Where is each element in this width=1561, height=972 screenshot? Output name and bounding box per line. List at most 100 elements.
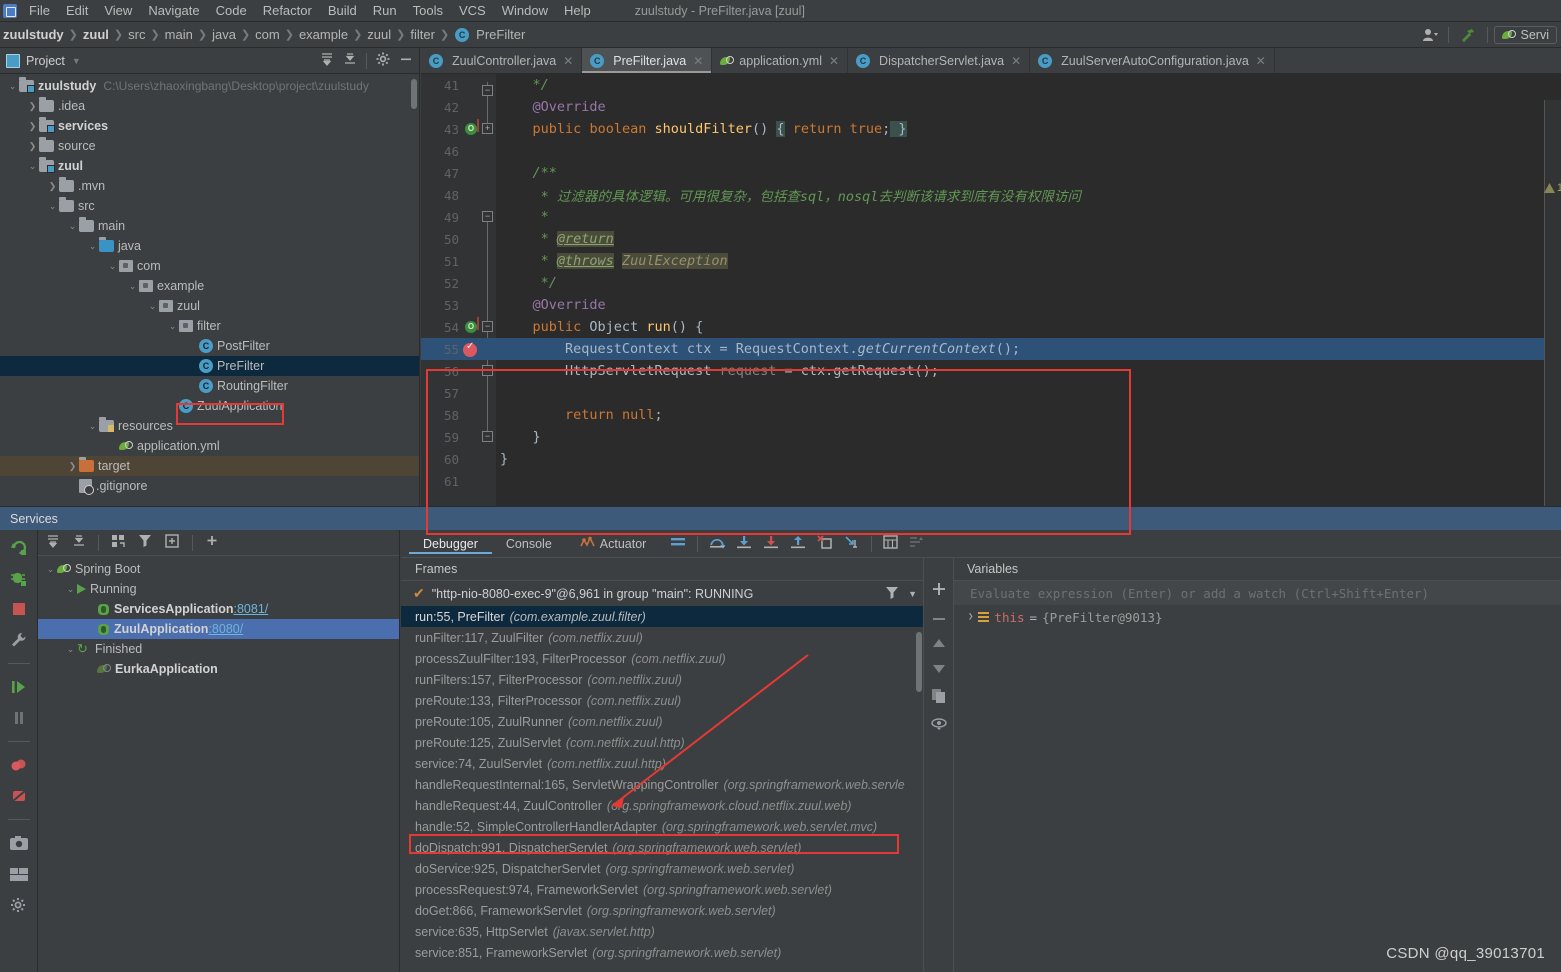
- menu-item-file[interactable]: File: [21, 0, 58, 22]
- chevron-right-icon[interactable]: ·: [84, 664, 97, 674]
- menu-item-help[interactable]: Help: [556, 0, 599, 22]
- frame-row[interactable]: doDispatch:991, DispatcherServlet (org.sp…: [401, 837, 923, 858]
- services-tree-item-zuulapplication[interactable]: · ZuulApplication :8080/: [38, 619, 399, 639]
- services-tree[interactable]: ⌄ Spring Boot ⌄ Running · ServicesApplication…: [38, 556, 399, 679]
- editor-tab-application-yml[interactable]: application.yml ✕: [712, 48, 849, 73]
- breadcrumb-item-zuul-pkg[interactable]: zuul: [364, 27, 394, 42]
- chevron-right-icon[interactable]: ❯: [46, 181, 59, 192]
- menu-item-build[interactable]: Build: [320, 0, 365, 22]
- tab-actuator[interactable]: Actuator: [566, 533, 661, 555]
- breadcrumb-item-main[interactable]: main: [162, 27, 196, 42]
- chevron-down-icon[interactable]: ⌄: [26, 161, 39, 172]
- breadcrumb-item-zuul[interactable]: zuul: [80, 27, 112, 42]
- frame-row[interactable]: preRoute:125, ZuulServlet (com.netflix.zu…: [401, 732, 923, 753]
- chevron-right-icon[interactable]: ·: [186, 341, 199, 351]
- fold-collapse-icon[interactable]: −: [482, 211, 493, 222]
- eye-inspect-icon[interactable]: [930, 718, 947, 733]
- project-tree-item--gitignore[interactable]: · .gitignore: [0, 476, 419, 496]
- chevron-down-icon[interactable]: ⌄: [146, 301, 159, 312]
- chevron-right-icon[interactable]: ·: [66, 481, 79, 491]
- frame-row[interactable]: service:74, ZuulServlet (com.netflix.zuul…: [401, 753, 923, 774]
- project-tree-item-routingfilter[interactable]: ·C RoutingFilter: [0, 376, 419, 396]
- project-tree-item-java[interactable]: ⌄ java: [0, 236, 419, 256]
- services-tool-window-header[interactable]: Services: [0, 506, 1561, 530]
- menu-item-run[interactable]: Run: [365, 0, 405, 22]
- menu-item-code[interactable]: Code: [208, 0, 255, 22]
- user-account-icon[interactable]: [1418, 27, 1442, 43]
- frame-row[interactable]: service:635, HttpServlet (javax.servlet.h…: [401, 921, 923, 942]
- frame-row[interactable]: handleRequest:44, ZuulController (org.spr…: [401, 795, 923, 816]
- frame-row[interactable]: runFilters:157, FilterProcessor (com.netf…: [401, 669, 923, 690]
- show-execution-point-icon[interactable]: [670, 535, 686, 552]
- tab-console[interactable]: Console: [492, 534, 566, 554]
- copy-icon[interactable]: [931, 689, 946, 706]
- breadcrumb-item-com[interactable]: com: [252, 27, 283, 42]
- expand-all-icon[interactable]: [46, 534, 60, 551]
- chevron-right-icon[interactable]: ❯: [26, 101, 39, 112]
- menu-item-edit[interactable]: Edit: [58, 0, 96, 22]
- code-line-59[interactable]: 59 }: [421, 426, 1561, 448]
- project-tree-item-zuul[interactable]: ⌄ zuul: [0, 156, 419, 176]
- chevron-down-icon[interactable]: ⌄: [126, 281, 139, 292]
- chevron-down-icon[interactable]: ⌄: [64, 644, 77, 655]
- resume-program-icon[interactable]: [8, 676, 30, 698]
- fold-collapse-icon[interactable]: −: [482, 85, 493, 96]
- services-tree-item-spring-boot[interactable]: ⌄ Spring Boot: [38, 559, 399, 579]
- code-line-43[interactable]: 43 public boolean shouldFilter() { retur…: [421, 118, 1561, 140]
- variable-row-this[interactable]: ❯ this = {PreFilter@9013}: [954, 605, 1561, 629]
- frames-scrollbar[interactable]: [916, 632, 922, 692]
- code-line-60[interactable]: 60}: [421, 448, 1561, 470]
- services-item-port[interactable]: :8081/: [234, 602, 269, 616]
- evaluate-expression-field[interactable]: Evaluate expression (Enter) or add a wat…: [954, 581, 1561, 605]
- project-tree-item-zuulapplication[interactable]: ·C ZuulApplication: [0, 396, 419, 416]
- chevron-down-icon[interactable]: ⌄: [86, 241, 99, 252]
- code-line-54[interactable]: 54 public Object run() {: [421, 316, 1561, 338]
- menu-item-window[interactable]: Window: [494, 0, 556, 22]
- chevron-down-icon[interactable]: ⌄: [64, 584, 77, 595]
- project-tree-item-services[interactable]: ❯ services: [0, 116, 419, 136]
- chevron-right-icon[interactable]: ·: [166, 401, 179, 411]
- breadcrumb-item-java[interactable]: java: [209, 27, 239, 42]
- drop-frame-icon[interactable]: [817, 535, 833, 552]
- add-watch-icon[interactable]: [932, 582, 946, 599]
- close-icon[interactable]: ✕: [829, 54, 839, 68]
- services-tree-item-servicesapplication[interactable]: · ServicesApplication :8081/: [38, 599, 399, 619]
- frame-row[interactable]: preRoute:105, ZuulRunner (com.netflix.zuu…: [401, 711, 923, 732]
- menu-item-tools[interactable]: Tools: [405, 0, 451, 22]
- collapse-all-icon[interactable]: [72, 534, 86, 551]
- chevron-right-icon[interactable]: ❯: [968, 612, 973, 622]
- breadcrumb-item-zuulstudy[interactable]: zuulstudy: [0, 27, 67, 42]
- project-tree-item-example[interactable]: ⌄ example: [0, 276, 419, 296]
- chevron-down-icon[interactable]: ▼: [70, 56, 83, 66]
- filter-icon[interactable]: [138, 534, 153, 551]
- frame-row[interactable]: preRoute:133, FilterProcessor (com.netfli…: [401, 690, 923, 711]
- code-editor[interactable]: 41 */42 @Override 43 public boolean shoul…: [421, 74, 1561, 535]
- collapse-all-icon[interactable]: [343, 52, 357, 69]
- breadcrumb-item-prefilter[interactable]: C PreFilter: [455, 27, 528, 42]
- chevron-right-icon[interactable]: ❯: [26, 121, 39, 132]
- settings-wrench-icon[interactable]: [8, 629, 30, 651]
- editor-tab-dispatcherservlet-java[interactable]: C DispatcherServlet.java ✕: [848, 48, 1031, 73]
- menu-item-view[interactable]: View: [96, 0, 140, 22]
- close-icon[interactable]: ✕: [563, 54, 573, 68]
- layout-settings-icon[interactable]: [8, 863, 30, 885]
- services-item-port[interactable]: :8080/: [208, 622, 243, 636]
- services-tree-item-eurkaapplication[interactable]: · EurkaApplication: [38, 659, 399, 679]
- code-line-42[interactable]: 42 @Override: [421, 96, 1561, 118]
- move-down-icon[interactable]: [932, 663, 946, 677]
- code-line-46[interactable]: 46: [421, 140, 1561, 162]
- code-line-52[interactable]: 52 */: [421, 272, 1561, 294]
- group-by-icon[interactable]: [111, 534, 126, 551]
- step-over-icon[interactable]: [709, 535, 727, 552]
- chevron-right-icon[interactable]: ❯: [26, 141, 39, 152]
- chevron-down-icon[interactable]: ⌄: [46, 201, 59, 212]
- frame-row[interactable]: run:55, PreFilter (com.example.zuul.filte…: [401, 606, 923, 627]
- stop-icon[interactable]: [8, 598, 30, 620]
- expand-all-icon[interactable]: [320, 52, 334, 69]
- project-tree-item--mvn[interactable]: ❯ .mvn: [0, 176, 419, 196]
- add-tab-icon[interactable]: [165, 534, 180, 551]
- code-line-50[interactable]: 50 * @return: [421, 228, 1561, 250]
- editor-tab-zuulserverautoconfiguration-java[interactable]: C ZuulServerAutoConfiguration.java ✕: [1030, 48, 1275, 73]
- menu-item-navigate[interactable]: Navigate: [140, 0, 207, 22]
- move-up-icon[interactable]: [932, 637, 946, 651]
